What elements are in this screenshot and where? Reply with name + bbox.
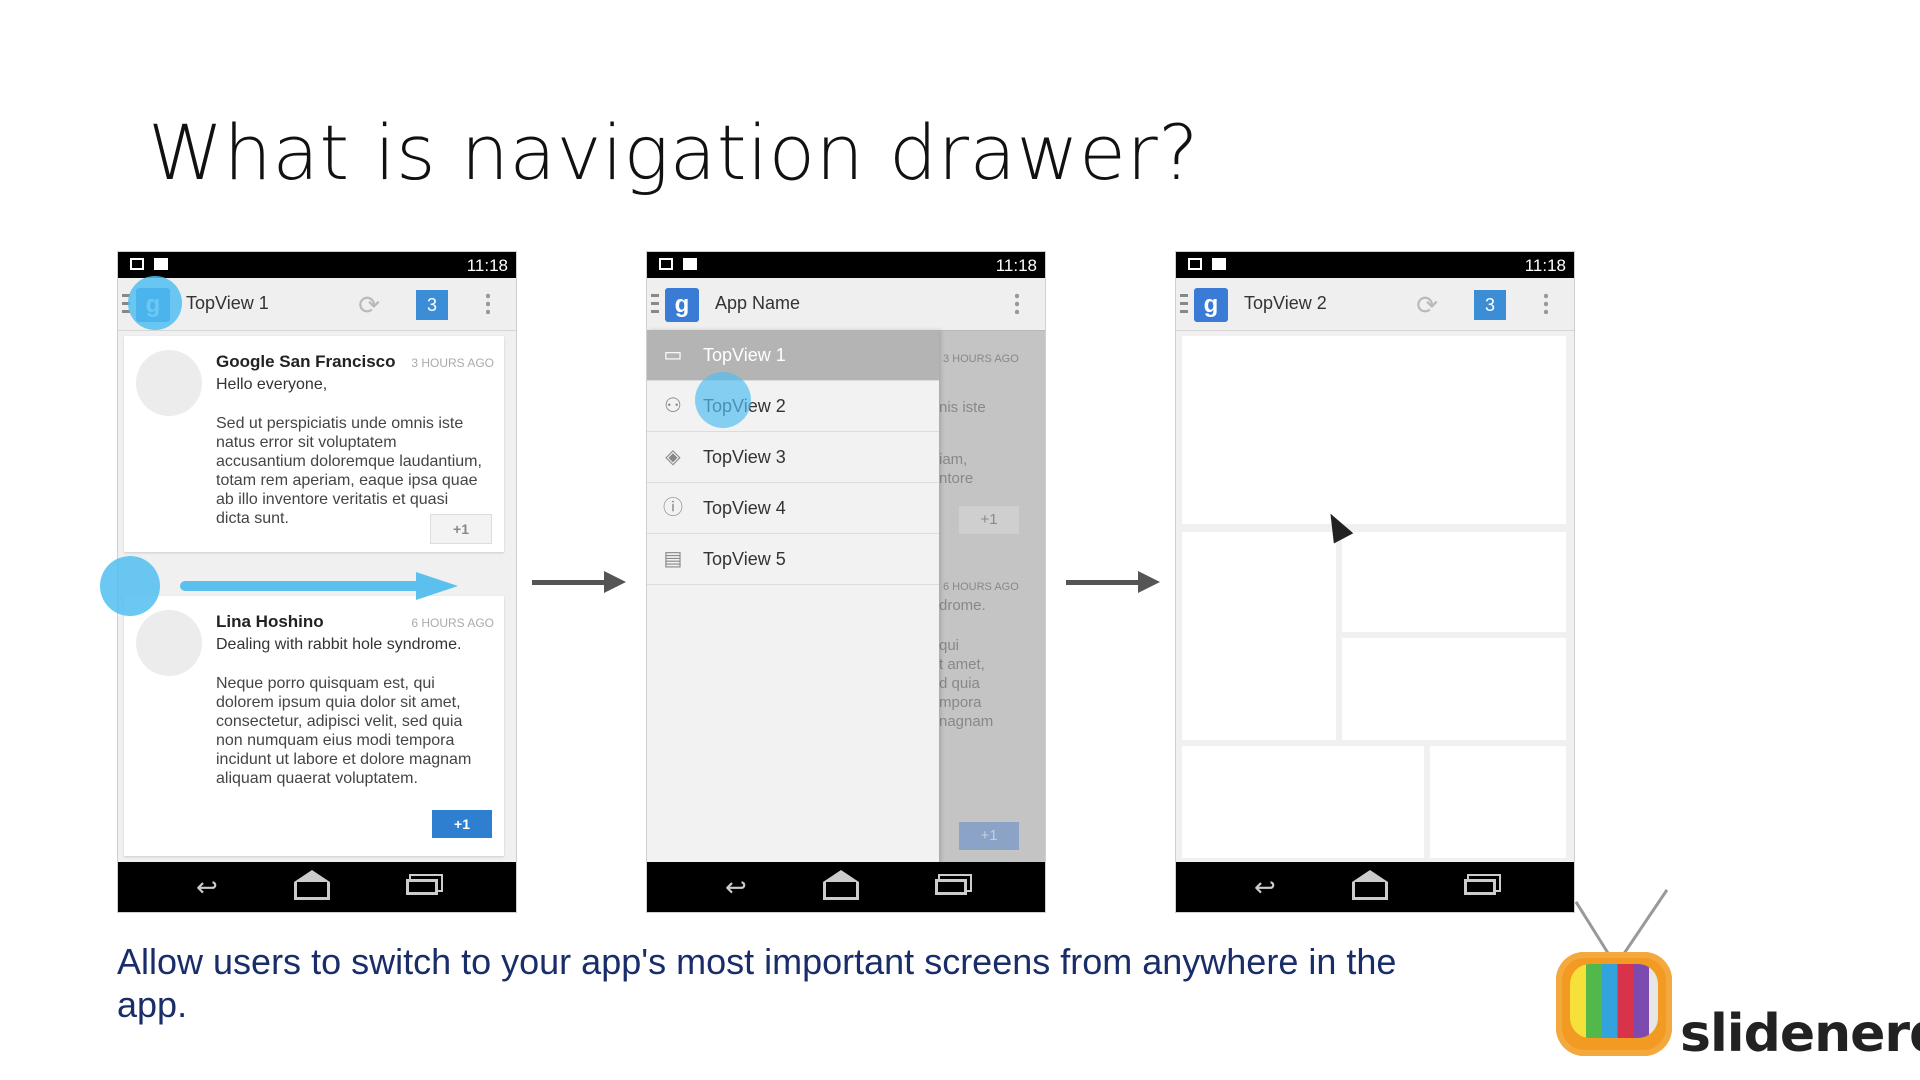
- image-notification-icon: [1188, 258, 1202, 270]
- peek-text: +1: [959, 506, 1019, 534]
- peek-text: nis iste: [939, 399, 986, 416]
- peek-text: 3 HOURS AGO: [943, 353, 1019, 365]
- content-tile[interactable]: [1182, 746, 1424, 858]
- calendar-notification-icon: [1212, 258, 1226, 270]
- app-logo-icon[interactable]: g: [1194, 288, 1228, 322]
- refresh-icon[interactable]: ⟳: [358, 290, 380, 321]
- status-bar: 11:18: [118, 252, 516, 278]
- flow-arrow-icon: [532, 571, 626, 593]
- post-author: Google San Francisco: [216, 352, 396, 371]
- post-time: 3 HOURS AGO: [411, 356, 494, 370]
- status-time: 11:18: [995, 256, 1037, 275]
- phone-screen-topview-2: 11:18 g TopView 2 ⟳ 3 ↩: [1176, 252, 1574, 912]
- overflow-menu-icon[interactable]: [1015, 292, 1019, 314]
- system-nav-bar: ↩: [118, 862, 516, 912]
- post-card: Google San Francisco 3 HOURS AGO Hello e…: [124, 336, 504, 552]
- post-body: Sed ut perspiciatis unde omnis iste natu…: [216, 415, 482, 527]
- post-time: 6 HOURS AGO: [411, 616, 494, 630]
- drawer-item-label: TopView 4: [703, 497, 786, 518]
- people-icon: ⚇: [664, 395, 682, 417]
- status-time: 11:18: [1524, 256, 1566, 275]
- tv-screen-icon: [1570, 964, 1658, 1038]
- slide-title: What is navigation drawer?: [148, 108, 1200, 197]
- tv-antenna-icon: [1618, 889, 1669, 961]
- content-tile[interactable]: [1182, 336, 1566, 524]
- action-bar: g App Name: [647, 278, 1045, 331]
- status-bar: 11:18: [1176, 252, 1574, 278]
- swipe-start-indicator: [100, 556, 160, 616]
- peek-text: qui t amet, d quia mpora nagnam: [939, 637, 994, 730]
- system-nav-bar: ↩: [1176, 862, 1574, 912]
- action-bar-title: TopView 2: [1244, 293, 1327, 313]
- brand-logo-text: slidenerd: [1680, 1004, 1920, 1064]
- post-lead: Hello everyone,: [216, 376, 328, 393]
- status-bar: 11:18: [647, 252, 1045, 278]
- post-body: Neque porro quisquam est, qui dolorem ip…: [216, 675, 472, 787]
- action-bar-title: App Name: [715, 293, 801, 313]
- plus-one-button[interactable]: +1: [430, 514, 492, 544]
- touch-indicator: [128, 276, 182, 330]
- back-icon[interactable]: ↩: [196, 874, 218, 900]
- image-notification-icon: [130, 258, 144, 270]
- peek-text: 6 HOURS AGO: [943, 581, 1019, 593]
- calendar-notification-icon: [154, 258, 168, 270]
- content-tile[interactable]: [1430, 746, 1566, 858]
- drawer-item-label: TopView 3: [703, 446, 786, 467]
- system-nav-bar: ↩: [647, 862, 1045, 912]
- post-card: Lina Hoshino 6 HOURS AGO Dealing with ra…: [124, 596, 504, 856]
- home-icon[interactable]: [1351, 870, 1388, 900]
- peek-text: drome.: [939, 597, 986, 614]
- action-bar: g TopView 2 ⟳ 3: [1176, 278, 1574, 331]
- overflow-menu-icon[interactable]: [486, 292, 490, 314]
- image-notification-icon: [659, 258, 673, 270]
- drawer-item-topview-2[interactable]: ⚇ TopView 2: [647, 381, 939, 432]
- drawer-item-label: TopView 1: [703, 344, 786, 365]
- notification-badge[interactable]: 3: [416, 290, 448, 320]
- slide-caption: Allow users to switch to your app's most…: [117, 941, 1397, 1025]
- drawer-indicator-icon[interactable]: [651, 294, 659, 314]
- back-icon[interactable]: ↩: [725, 874, 747, 900]
- home-icon[interactable]: [822, 870, 859, 900]
- plus-one-button[interactable]: +1: [432, 810, 492, 838]
- status-time: 11:18: [466, 256, 508, 275]
- content-tile[interactable]: [1182, 532, 1336, 740]
- app-logo-icon[interactable]: g: [665, 288, 699, 322]
- drawer-item-topview-3[interactable]: ◈ TopView 3: [647, 432, 939, 483]
- drawer-item-label: TopView 5: [703, 548, 786, 569]
- peek-text: iam, ntore: [939, 451, 974, 487]
- drawer-item-topview-1[interactable]: ▭ TopView 1: [647, 330, 939, 381]
- notification-badge[interactable]: 3: [1474, 290, 1506, 320]
- refresh-icon[interactable]: ⟳: [1416, 290, 1438, 321]
- recents-icon[interactable]: [1463, 879, 1496, 895]
- touch-indicator: [695, 372, 751, 428]
- avatar: [136, 350, 202, 416]
- tag-icon: ◈: [665, 446, 681, 468]
- recents-icon[interactable]: [934, 879, 967, 895]
- peek-text: +1: [959, 822, 1019, 850]
- swipe-gesture-arrow: [180, 581, 420, 591]
- post-author: Lina Hoshino: [216, 612, 324, 631]
- home-icon[interactable]: [293, 870, 330, 900]
- drawer-indicator-icon[interactable]: [1180, 294, 1188, 314]
- post-lead: Dealing with rabbit hole syndrome.: [216, 636, 462, 653]
- content-tile[interactable]: [1342, 532, 1566, 632]
- action-bar-title: TopView 1: [186, 293, 269, 313]
- flow-arrow-icon: [1066, 571, 1160, 593]
- content-tile[interactable]: [1342, 638, 1566, 740]
- swipe-arrow-head-icon: [416, 572, 458, 600]
- chat-icon: ▤: [663, 548, 683, 570]
- tv-logo-icon: [1556, 952, 1672, 1056]
- recents-icon[interactable]: [405, 879, 438, 895]
- drawer-item-topview-4[interactable]: ⓘ TopView 4: [647, 483, 939, 534]
- drawer-item-topview-5[interactable]: ▤ TopView 5: [647, 534, 939, 585]
- content-scrim[interactable]: 3 HOURS AGO nis iste iam, ntore +1 6 HOU…: [939, 330, 1045, 862]
- phone-screen-drawer-open: 11:18 g App Name 3 HOURS AGO nis iste ia…: [647, 252, 1045, 912]
- calendar-notification-icon: [683, 258, 697, 270]
- info-icon: ⓘ: [663, 497, 683, 519]
- back-icon[interactable]: ↩: [1254, 874, 1276, 900]
- inbox-icon: ▭: [663, 344, 683, 366]
- navigation-drawer: ▭ TopView 1 ⚇ TopView 2 ◈ TopView 3 ⓘ To…: [647, 330, 939, 862]
- overflow-menu-icon[interactable]: [1544, 292, 1548, 314]
- avatar: [136, 610, 202, 676]
